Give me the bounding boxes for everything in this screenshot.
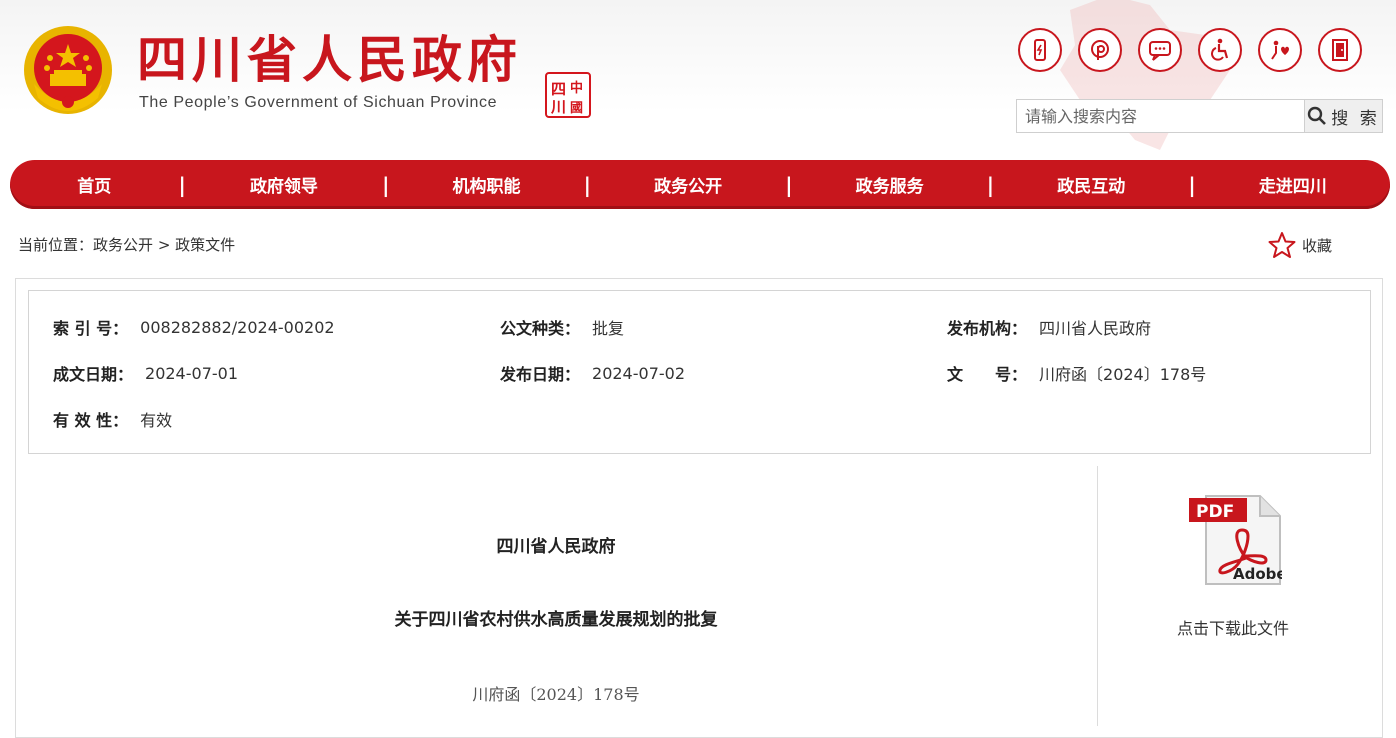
favorite-label: 收藏 <box>1302 236 1333 255</box>
meta-type-label: 公文种类： <box>500 319 581 338</box>
meta-row: 索 引 号： 008282882/2024-00202 公文种类： 批复 发布机… <box>29 312 1370 342</box>
meta-publisher-value: 四川省人民政府 <box>1039 319 1152 338</box>
nav-separator: | <box>178 172 186 197</box>
meta-index-label: 索 引 号： <box>53 319 129 338</box>
weibo-icon[interactable] <box>1078 28 1122 72</box>
breadcrumb-item-public-affairs[interactable]: 政务公开 <box>93 236 153 254</box>
pdf-file-icon[interactable]: PDF Adobe <box>1186 492 1282 588</box>
svg-text:川: 川 <box>550 98 566 116</box>
site-title: 四川省人民政府 <box>137 31 522 89</box>
adobe-brand-text: Adobe <box>1233 565 1282 583</box>
document-body: 四川省人民政府 关于四川省农村供水高质量发展规划的批复 川府函〔2024〕178… <box>28 466 1098 726</box>
meta-docno-label: 文 号： <box>947 365 1028 384</box>
meta-row: 成文日期： 2024-07-01 发布日期： 2024-07-02 文 号： 川… <box>29 358 1370 388</box>
meta-publisher-label: 发布机构： <box>947 319 1028 338</box>
mobile-icon[interactable] <box>1018 28 1062 72</box>
site-header: 四川省人民政府 The People’s Government of Sichu… <box>0 0 1396 160</box>
svg-text:中: 中 <box>570 80 583 96</box>
meta-docno-value: 川府函〔2024〕178号 <box>1039 365 1207 384</box>
meta-created-label: 成文日期： <box>53 365 134 384</box>
nav-item-interaction[interactable]: 政民互动 <box>994 172 1188 197</box>
search-button-label: 搜 索 <box>1331 108 1380 129</box>
main-nav: 首页 | 政府领导 | 机构职能 | 政务公开 | 政务服务 | 政民互动 | … <box>10 160 1390 209</box>
document-number: 川府函〔2024〕178号 <box>472 685 640 704</box>
meta-type-value: 批复 <box>592 319 625 338</box>
message-icon[interactable] <box>1138 28 1182 72</box>
favorite-button[interactable]: 收藏 <box>1268 231 1332 259</box>
document-issuer: 四川省人民政府 <box>496 537 616 557</box>
nav-item-public-affairs[interactable]: 政务公开 <box>591 172 785 197</box>
meta-created-value: 2024-07-01 <box>145 363 238 383</box>
nav-separator: | <box>382 172 390 197</box>
meta-validity-value: 有效 <box>140 411 173 430</box>
sichuan-map-watermark <box>1060 0 1230 150</box>
breadcrumb-prefix: 当前位置： <box>18 236 94 254</box>
site-subtitle: The People’s Government of Sichuan Provi… <box>139 94 498 111</box>
nav-item-leaders[interactable]: 政府领导 <box>186 172 382 197</box>
search-input[interactable] <box>1016 99 1304 133</box>
svg-text:國: 國 <box>570 101 583 116</box>
download-link[interactable]: 点击下载此文件 <box>1110 615 1356 639</box>
search-button[interactable]: 搜 索 <box>1304 99 1383 133</box>
nav-separator: | <box>1188 172 1196 197</box>
sidebar-divider <box>1097 466 1098 726</box>
breadcrumb-item-policy-documents[interactable]: 政策文件 <box>175 236 235 254</box>
meta-published-value: 2024-07-02 <box>592 363 685 383</box>
nav-separator: | <box>986 172 995 197</box>
meta-validity-label: 有 效 性： <box>53 411 129 430</box>
nav-item-services[interactable]: 政务服务 <box>793 172 987 197</box>
nav-item-home[interactable]: 首页 <box>10 172 179 197</box>
nav-item-about-sichuan[interactable]: 走进四川 <box>1196 172 1390 197</box>
pdf-badge-text: PDF <box>1196 502 1234 522</box>
star-icon <box>1268 232 1296 258</box>
accessibility-icon[interactable] <box>1198 28 1242 72</box>
meta-published-label: 发布日期： <box>500 365 581 384</box>
breadcrumb-separator: > <box>157 236 171 254</box>
nav-item-functions[interactable]: 机构职能 <box>389 172 583 197</box>
header-tool-icons <box>1018 28 1362 72</box>
sichuan-seal-logo: 四 中 川 國 <box>545 72 591 118</box>
breadcrumb: 当前位置：政务公开 > 政策文件 <box>18 234 235 255</box>
meta-index-value: 008282882/2024-00202 <box>140 317 335 337</box>
meta-row: 有 效 性： 有效 <box>29 404 1370 434</box>
national-emblem-icon <box>24 26 112 114</box>
nav-separator: | <box>583 172 591 197</box>
search-icon <box>1308 106 1327 125</box>
nav-separator: | <box>785 172 793 197</box>
elderly-care-icon[interactable] <box>1258 28 1302 72</box>
document-title: 关于四川省农村供水高质量发展规划的批复 <box>394 610 718 630</box>
document-metadata-panel: 索 引 号： 008282882/2024-00202 公文种类： 批复 发布机… <box>28 290 1371 454</box>
exit-icon[interactable] <box>1318 28 1362 72</box>
svg-text:四: 四 <box>551 80 566 98</box>
